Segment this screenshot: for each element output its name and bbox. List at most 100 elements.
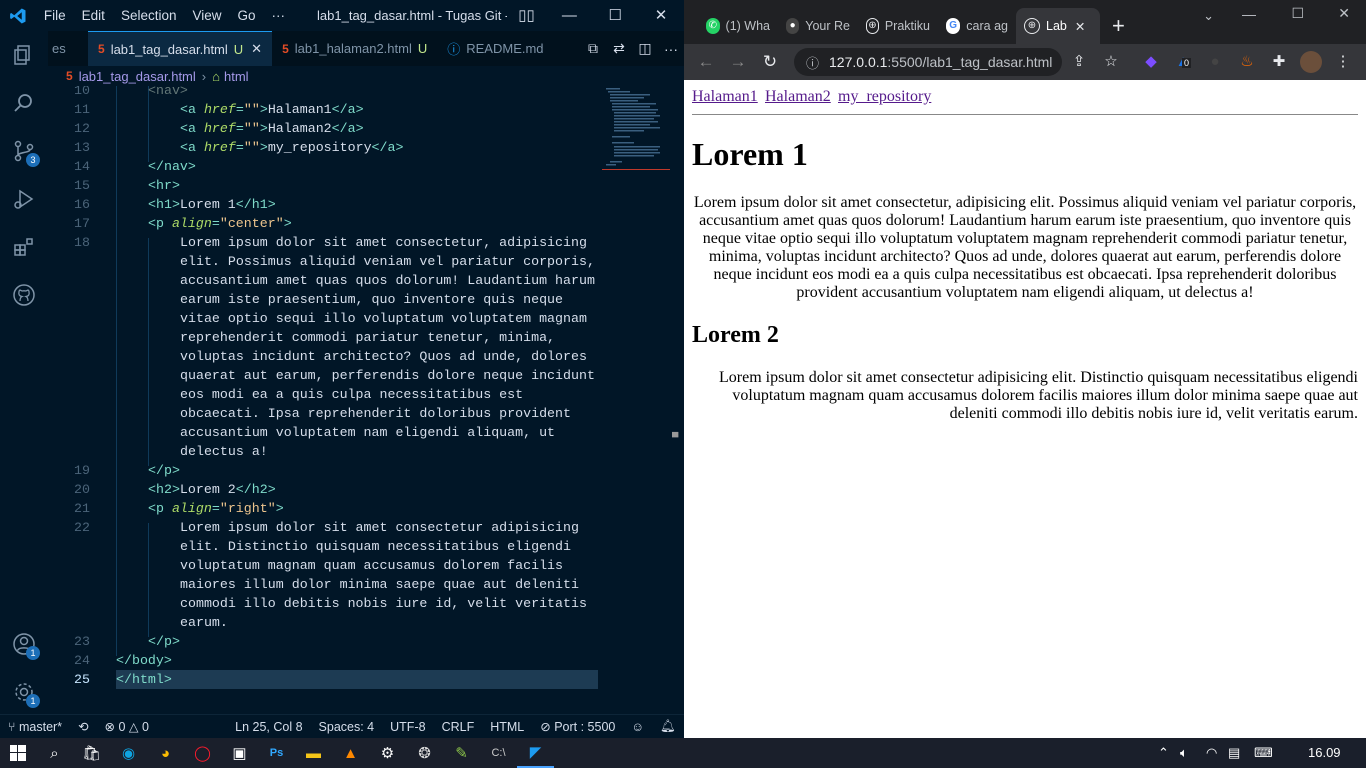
bookmark-star-icon[interactable]: ☆ bbox=[1096, 44, 1126, 80]
avatar[interactable] bbox=[1296, 44, 1326, 80]
code-line[interactable]: obcaecati. Ipsa reprehenderit doloribus … bbox=[48, 404, 608, 423]
breadcrumb-symbol[interactable]: html bbox=[224, 69, 249, 84]
code-line[interactable]: 19 </p> bbox=[48, 461, 608, 480]
code-line[interactable]: earum. bbox=[48, 613, 608, 632]
maximize-icon[interactable]: ☐ bbox=[1291, 5, 1304, 22]
github-icon[interactable] bbox=[0, 271, 48, 319]
menu-file[interactable]: File bbox=[36, 0, 74, 31]
tab-lab1-tag-dasar[interactable]: 5 lab1_tag_dasar.html U ✕ bbox=[88, 31, 273, 66]
link-halaman1[interactable]: Halaman1 bbox=[692, 88, 758, 105]
show-hidden-icons[interactable]: ⌃ bbox=[1158, 738, 1169, 768]
app-icon[interactable]: ❂ bbox=[406, 738, 443, 768]
code-line[interactable]: earum iste praesentium, quo inventore qu… bbox=[48, 290, 608, 309]
more-actions-icon[interactable]: ··· bbox=[658, 41, 684, 57]
code-editor[interactable]: 10 <nav> 11 <a href="">Halaman1</a> 12 <a hre… bbox=[48, 86, 684, 714]
code-line[interactable]: voluptas incidunt architecto? Quos ad un… bbox=[48, 347, 608, 366]
notifications-icon[interactable]: 🔔︎ bbox=[660, 719, 676, 734]
code-line[interactable]: eos modi ea a quis culpa necessitatibus … bbox=[48, 385, 608, 404]
code-line[interactable]: 18 Lorem ipsum dolor sit amet consectetur… bbox=[48, 233, 608, 252]
chrome-menu-icon[interactable]: ⋮ bbox=[1328, 44, 1358, 80]
code-line[interactable]: vitae optio sequi illo voluptatum volupt… bbox=[48, 309, 608, 328]
search-icon[interactable]: ⌕ bbox=[36, 738, 73, 768]
code-line[interactable]: accusantium voluptatem nam eligendi aliq… bbox=[48, 423, 608, 442]
code-line[interactable]: maiores illum dolor minima saepe quae au… bbox=[48, 575, 608, 594]
close-tab-icon[interactable]: ✕ bbox=[1075, 19, 1085, 34]
sync-icon[interactable]: ⟲ bbox=[78, 719, 88, 734]
settings-gear-icon[interactable]: 1 bbox=[0, 668, 48, 716]
tab-search-icon[interactable]: ⌄ bbox=[1203, 8, 1214, 24]
keyboard-icon[interactable]: ⌨ bbox=[1254, 738, 1273, 768]
minimize-icon[interactable]: — bbox=[1242, 6, 1256, 22]
feedback-icon[interactable]: ☺ bbox=[631, 720, 644, 734]
tab-lab1-halaman2[interactable]: 5 lab1_halaman2.html U bbox=[272, 31, 437, 66]
extension-dark-icon[interactable]: ● bbox=[1200, 44, 1230, 80]
code-line[interactable]: 20 <h2>Lorem 2</h2> bbox=[48, 480, 608, 499]
search-icon[interactable] bbox=[0, 79, 48, 127]
code-line[interactable]: 17 <p align="center"> bbox=[48, 214, 608, 233]
photoshop-icon[interactable]: Ps bbox=[258, 738, 295, 768]
notepad-icon[interactable]: ✎ bbox=[443, 738, 480, 768]
code-line[interactable]: voluptatum magnam quam accusamus dolorem… bbox=[48, 556, 608, 575]
code-line[interactable]: elit. Possimus aliquid veniam vel pariat… bbox=[48, 252, 608, 271]
menu-go[interactable]: Go bbox=[230, 0, 264, 31]
extension-orange-icon[interactable]: ♨ bbox=[1232, 44, 1262, 80]
close-tab-icon[interactable]: ✕ bbox=[251, 41, 262, 57]
minimap[interactable] bbox=[602, 86, 670, 170]
code-line[interactable]: 23 </p> bbox=[48, 632, 608, 651]
close-window-icon[interactable]: ✕ bbox=[1338, 5, 1350, 22]
open-preview-icon[interactable]: ⧉ bbox=[580, 40, 606, 57]
code-line[interactable]: 22 Lorem ipsum dolor sit amet consectetur… bbox=[48, 518, 608, 537]
cursor-position[interactable]: Ln 25, Col 8 bbox=[235, 720, 302, 734]
clock[interactable]: 16.09 bbox=[1308, 738, 1341, 768]
encoding[interactable]: UTF-8 bbox=[390, 720, 425, 734]
code-line[interactable]: quaerat aut earum, perferendis dolore ne… bbox=[48, 366, 608, 385]
file-explorer-icon[interactable]: ▬ bbox=[295, 738, 332, 768]
browser-tab-google[interactable]: G cara ag bbox=[938, 8, 1016, 44]
browser-tab-lab[interactable]: ⊕ Lab ✕ bbox=[1016, 8, 1100, 44]
run-debug-icon[interactable] bbox=[0, 175, 48, 223]
link-my-repository[interactable]: my_repository bbox=[838, 88, 931, 105]
vlc-icon[interactable]: ▲ bbox=[332, 738, 369, 768]
code-line[interactable]: elit. Distinctio quisquam necessitatibus… bbox=[48, 537, 608, 556]
code-line[interactable]: 13 <a href="">my_repository</a> bbox=[48, 138, 608, 157]
site-info-icon[interactable]: ⓘ bbox=[806, 53, 819, 72]
code-line[interactable]: commodi illo debitis nobis iure id, veli… bbox=[48, 594, 608, 613]
extensions-puzzle-icon[interactable]: ✚ bbox=[1264, 44, 1294, 80]
extension-badge-icon[interactable]: ▲0 bbox=[1168, 44, 1198, 80]
live-server-status[interactable]: ⊘ Port : 5500 bbox=[540, 719, 615, 734]
minimize-icon[interactable]: — bbox=[546, 0, 592, 31]
clipboard-icon[interactable]: ▣ bbox=[221, 738, 258, 768]
menu-view[interactable]: View bbox=[184, 0, 229, 31]
browser-tab-github[interactable]: ● Your Re bbox=[778, 8, 858, 44]
code-line[interactable]: accusantium amet quas quos dolorum! Laud… bbox=[48, 271, 608, 290]
windows-start-icon[interactable] bbox=[0, 738, 36, 768]
code-line[interactable]: 16 <h1>Lorem 1</h1> bbox=[48, 195, 608, 214]
accounts-icon[interactable]: 1 bbox=[0, 620, 48, 668]
action-center-icon[interactable]: ▤ bbox=[1228, 738, 1240, 768]
code-line[interactable]: 24 </body> bbox=[48, 651, 608, 670]
source-control-icon[interactable]: 3 bbox=[0, 127, 48, 175]
address-bar[interactable]: ⓘ 127.0.0.1:5500/lab1_tag_dasar.html bbox=[794, 48, 1062, 76]
store-icon[interactable]: 🛍︎ bbox=[73, 738, 110, 768]
code-line[interactable]: 14 </nav> bbox=[48, 157, 608, 176]
problems-status[interactable]: ⊗ 0 △ 0 bbox=[105, 719, 149, 734]
forward-icon[interactable]: → bbox=[722, 52, 754, 72]
language-mode[interactable]: HTML bbox=[490, 720, 524, 734]
terminal-icon[interactable]: C:\ bbox=[480, 738, 517, 768]
tab-truncated[interactable]: es bbox=[48, 31, 88, 66]
close-window-icon[interactable]: ✕ bbox=[638, 0, 684, 31]
code-line[interactable]: 11 <a href="">Halaman1</a> bbox=[48, 100, 608, 119]
layout-icon[interactable]: ▯▯ bbox=[507, 0, 547, 31]
menu-edit[interactable]: Edit bbox=[74, 0, 113, 31]
browser-tab-praktikum[interactable]: ⊕ Praktiku bbox=[858, 8, 938, 44]
indentation[interactable]: Spaces: 4 bbox=[319, 720, 375, 734]
browser-tab-whatsapp[interactable]: ✆ (1) Wha bbox=[698, 8, 778, 44]
new-tab-button[interactable]: + bbox=[1100, 8, 1137, 44]
maximize-icon[interactable]: ☐ bbox=[592, 0, 638, 31]
vscode-taskbar-icon[interactable]: ◤ bbox=[517, 738, 554, 768]
link-halaman2[interactable]: Halaman2 bbox=[765, 88, 831, 105]
code-line[interactable]: 25 </html> bbox=[74, 670, 598, 689]
edge-icon[interactable]: ◉ bbox=[110, 738, 147, 768]
tab-readme[interactable]: ⓘ README.md bbox=[437, 31, 543, 66]
branch-status[interactable]: ⑂ master* bbox=[8, 720, 62, 734]
